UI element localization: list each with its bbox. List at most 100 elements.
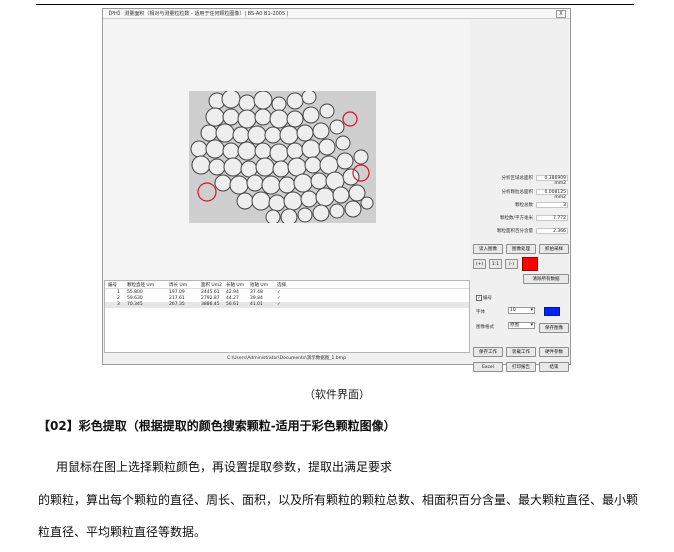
particle <box>221 91 241 109</box>
particle <box>205 139 225 159</box>
table-cell: 1 <box>117 290 120 295</box>
particle <box>269 109 289 129</box>
particle <box>255 157 275 177</box>
col-header: 周长 Um <box>169 283 188 288</box>
font-label: 字体 <box>476 310 485 315</box>
params-button[interactable]: 硬件参数 <box>539 347 569 357</box>
window-title: 【PH】 测量面积（相对与测量粒粒数 - 适用于任何颗粒图像）| BS-A0 B… <box>106 11 289 17</box>
exit-button[interactable]: 结束 <box>539 362 569 372</box>
table-row[interactable]: 3 70.345 267.35 3886.45 56.61 41.01 ✓ <box>105 302 469 308</box>
particle <box>353 149 369 165</box>
table-cell: 2792.87 <box>201 296 220 301</box>
table-cell: 59.630 <box>127 296 143 301</box>
particle <box>238 94 256 112</box>
particle <box>247 125 267 145</box>
pick-color-button[interactable]: 抓拍采样 <box>539 244 569 254</box>
particle <box>237 109 257 129</box>
print-button[interactable]: 打印报告 <box>506 362 536 372</box>
table-cell: 3886.45 <box>201 302 220 307</box>
particle <box>205 107 225 127</box>
clear-all-button[interactable]: 清除所有数据 <box>523 274 569 284</box>
selected-color-swatch[interactable] <box>522 257 538 271</box>
particle <box>215 123 235 143</box>
particle <box>200 124 218 142</box>
table-cell: 70.345 <box>127 302 143 307</box>
open-image-button[interactable]: 读入图像 <box>473 244 503 254</box>
style-select[interactable]: 原图 <box>508 322 535 329</box>
particle <box>300 190 318 208</box>
save-image-button[interactable]: 保存图像 <box>539 323 569 333</box>
particle <box>253 91 273 110</box>
particle <box>190 140 208 158</box>
col-header: 选择 <box>277 283 286 288</box>
particle <box>312 204 330 222</box>
excel-button[interactable]: Excel <box>473 362 503 372</box>
particle <box>312 122 330 140</box>
table-cell: 197.09 <box>169 290 185 295</box>
title-bar: 【PH】 测量面积（相对与测量粒粒数 - 适用于任何颗粒图像）| BS-A0 B… <box>103 9 570 19</box>
number-checkbox[interactable]: ✓ <box>476 295 482 301</box>
result-label: 颗粒面积百分含量 <box>497 229 533 234</box>
result-value: 0.008125 mm2 <box>536 189 568 200</box>
load-work-button[interactable]: 装载工作 <box>506 347 536 357</box>
col-header: 短轴 Um <box>250 283 269 288</box>
particle <box>264 126 282 144</box>
particle <box>304 156 322 174</box>
particle <box>261 175 281 195</box>
zoom-out-button[interactable]: (-) <box>505 259 518 269</box>
table-cell: 3 <box>117 302 120 307</box>
particle <box>254 142 272 160</box>
particle <box>286 110 304 128</box>
table-cell: ✓ <box>277 302 281 307</box>
particle <box>278 176 296 194</box>
particle <box>269 143 289 163</box>
number-label: 编号 <box>483 296 492 301</box>
app-window: 【PH】 测量面积（相对与测量粒粒数 - 适用于任何颗粒图像）| BS-A0 B… <box>102 8 571 372</box>
col-header: 编号 <box>108 283 117 288</box>
zoom-fit-button[interactable]: 1:1 <box>489 259 502 269</box>
save-work-button[interactable]: 保存工作 <box>473 347 503 357</box>
particle <box>332 186 350 204</box>
particle <box>279 125 299 145</box>
table-cell: 55.800 <box>127 290 143 295</box>
particle <box>232 126 250 144</box>
table-cell: ✓ <box>277 296 281 301</box>
table-header: 编号 颗粒直径 Um 周长 Um 面积 Um2 长轴 Um 短轴 Um 选择 <box>105 282 469 289</box>
particle-image[interactable] <box>189 91 376 223</box>
particle <box>301 139 321 159</box>
col-header: 颗粒直径 Um <box>127 283 155 288</box>
table-cell: 2 <box>117 296 120 301</box>
particle <box>286 92 304 110</box>
close-button[interactable]: X <box>556 10 566 18</box>
image-viewer[interactable] <box>103 19 470 281</box>
particle <box>214 174 232 192</box>
font-select[interactable]: 10 <box>508 307 535 314</box>
paragraph-line: 用鼠标在图上选择颗粒颜色，再设置提取参数，提取出满足要求 <box>56 460 393 474</box>
particle <box>319 155 339 175</box>
particle <box>191 155 211 175</box>
table-cell: 42.94 <box>226 290 239 295</box>
particle <box>335 135 351 151</box>
result-label: 分析区域总面积 <box>501 176 534 181</box>
particle <box>318 138 336 156</box>
particle <box>271 96 287 112</box>
result-value: 7.772 <box>536 215 568 221</box>
image-process-button[interactable]: 图像处理 <box>506 244 536 254</box>
result-label: 颗粒总数 <box>515 203 533 208</box>
file-path: C:\Users\Administrator\Documents\演示数据图_1… <box>227 356 346 361</box>
particle <box>283 191 303 211</box>
particle <box>287 157 307 177</box>
top-rule <box>36 4 634 5</box>
result-label: 颗粒数/平方毫米 <box>499 216 533 221</box>
table-cell: 37.48 <box>250 290 263 295</box>
results-table: 编号 颗粒直径 Um 周长 Um 面积 Um2 长轴 Um 短轴 Um 选择 1… <box>104 280 470 353</box>
particle <box>265 209 281 223</box>
paragraph-line: 粒直径、平均颗粒直径等数据。 <box>38 525 207 539</box>
label-color-swatch[interactable] <box>544 307 560 316</box>
particle <box>246 174 264 192</box>
zoom-in-button[interactable]: (+) <box>473 259 486 269</box>
particle <box>296 124 314 142</box>
col-header: 面积 Um2 <box>201 283 222 288</box>
figure-caption: （软件界面） <box>304 388 370 401</box>
particle <box>286 142 304 160</box>
